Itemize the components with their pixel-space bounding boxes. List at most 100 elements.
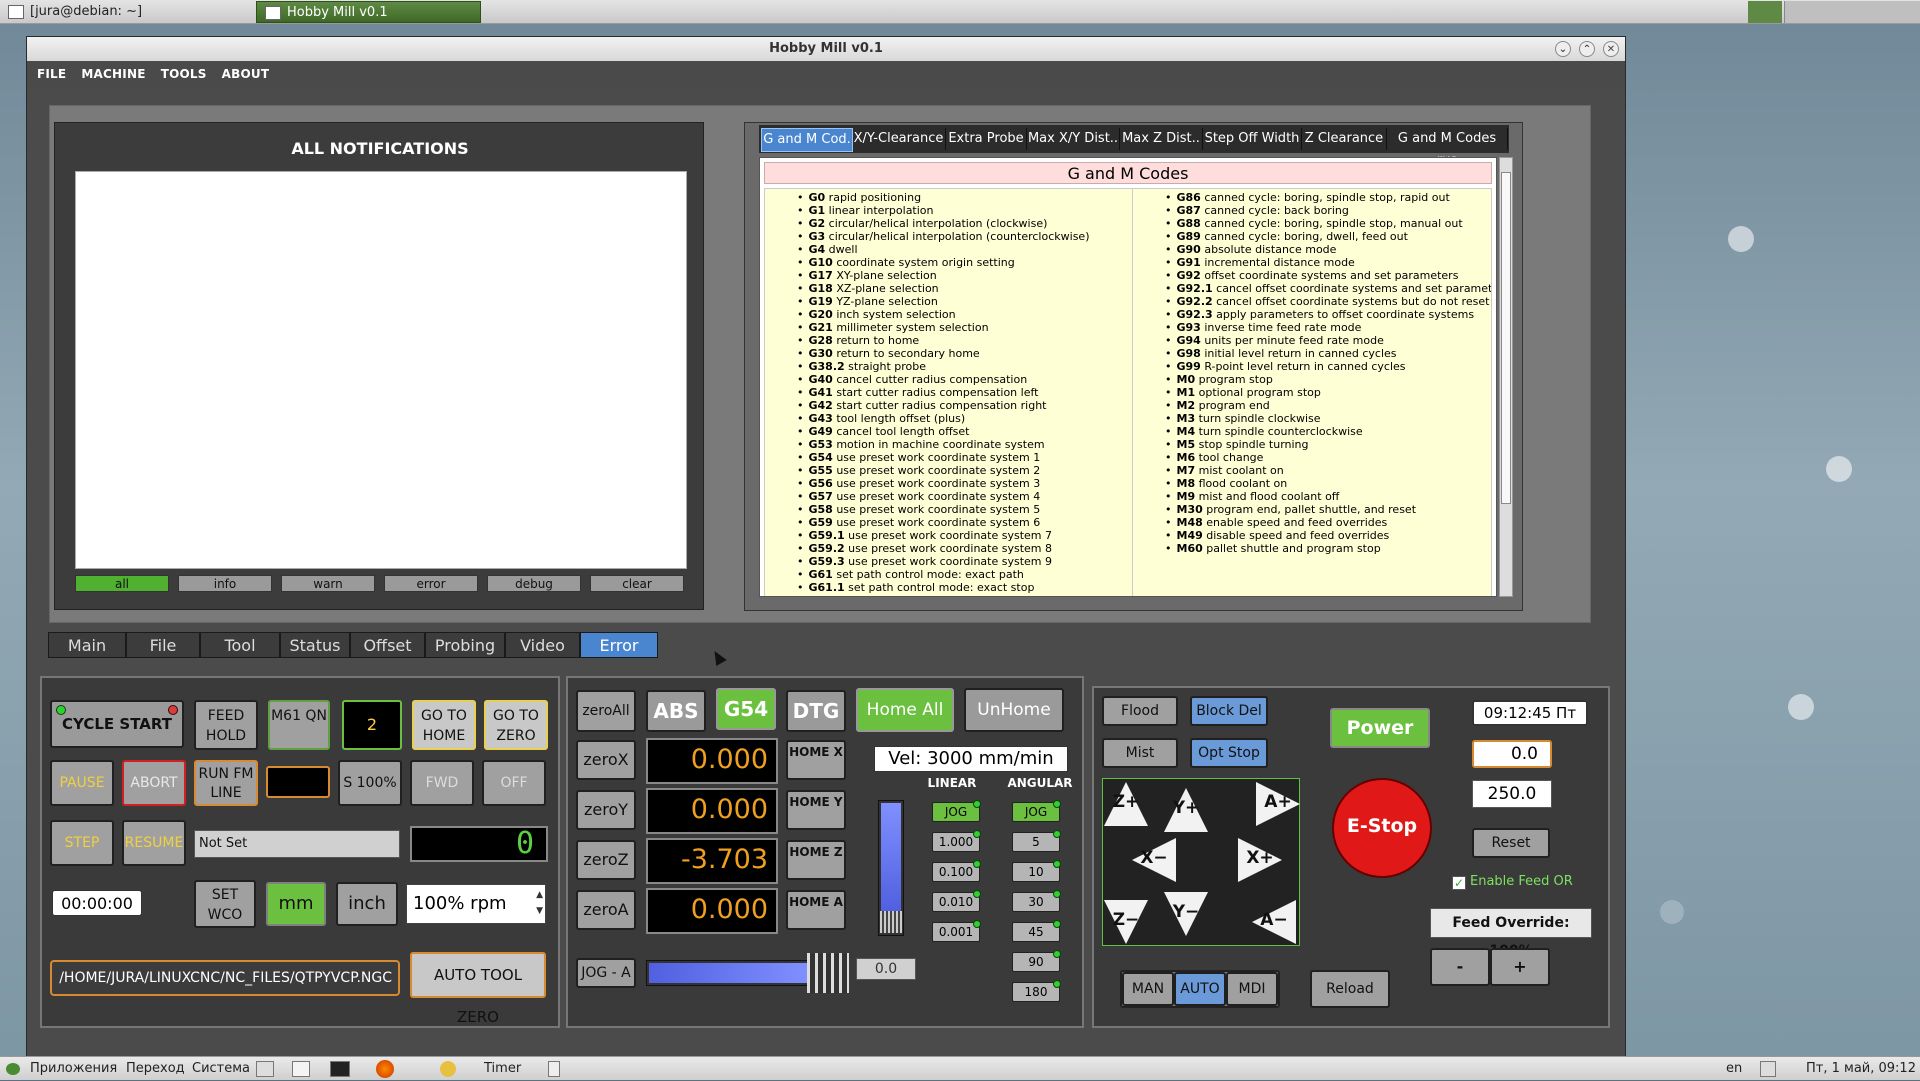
dtg-button[interactable]: DTG <box>786 690 846 732</box>
filter-error-button[interactable]: error <box>384 575 478 592</box>
tab-offset[interactable]: Offset <box>350 632 425 658</box>
gcode-document[interactable]: G and M Codes G0 rapid positioningG1 lin… <box>759 157 1497 597</box>
scrollbar-thumb[interactable] <box>1501 172 1511 504</box>
pause-button[interactable]: PAUSE <box>50 760 114 806</box>
zero-all-button[interactable]: zeroAll <box>576 690 636 732</box>
jog-z-minus-button[interactable]: Z− <box>1104 900 1152 944</box>
angular-step-10[interactable]: 10 <box>1012 860 1061 882</box>
close-icon[interactable]: ✕ <box>1603 41 1619 57</box>
zero-a-button[interactable]: zeroA <box>576 890 636 930</box>
linear-step-0_100[interactable]: 0.100 <box>932 860 981 882</box>
zero-x-button[interactable]: zeroX <box>576 740 636 780</box>
angular-step-30[interactable]: 30 <box>1012 890 1061 912</box>
slider-handle[interactable] <box>807 953 849 993</box>
units-mm-button[interactable]: mm <box>266 882 326 926</box>
tab-step-off-width[interactable]: Step Off Width <box>1203 128 1302 150</box>
jog-x-plus-button[interactable]: X+ <box>1238 838 1286 882</box>
jog-x-minus-button[interactable]: X− <box>1132 838 1180 882</box>
m61-button[interactable]: M61 QN <box>268 700 330 750</box>
menu-about[interactable]: ABOUT <box>222 61 270 87</box>
tab-file[interactable]: File <box>126 632 200 658</box>
menu-file[interactable]: FILE <box>37 61 66 87</box>
home-x-button[interactable]: HOME X <box>786 740 846 780</box>
home-a-button[interactable]: HOME A <box>786 890 846 930</box>
tab-status[interactable]: Status <box>280 632 350 658</box>
flood-button[interactable]: Flood <box>1102 696 1178 726</box>
jog-y-plus-button[interactable]: Y+ <box>1164 788 1212 832</box>
clear-button[interactable]: clear <box>590 575 684 592</box>
menu-machine[interactable]: MACHINE <box>81 61 145 87</box>
abort-button[interactable]: ABORT <box>122 760 186 806</box>
places-menu[interactable]: Переход <box>126 1057 185 1081</box>
spin-arrows-icon[interactable]: ▲ ▼ <box>536 887 543 919</box>
mist-button[interactable]: Mist <box>1102 738 1178 768</box>
auto-tool-zero-button[interactable]: AUTO TOOL ZERO <box>410 952 546 1026</box>
terminal-icon[interactable] <box>330 1061 350 1077</box>
tab-z-clearance[interactable]: Z Clearance <box>1302 128 1387 150</box>
e-stop-button[interactable]: E-Stop <box>1332 778 1432 878</box>
mode-manual-button[interactable]: MAN <box>1122 972 1174 1006</box>
filter-info-button[interactable]: info <box>178 575 272 592</box>
resume-button[interactable]: RESUME <box>122 820 186 866</box>
zero-z-button[interactable]: zeroZ <box>576 840 636 880</box>
home-z-button[interactable]: HOME Z <box>786 840 846 880</box>
feed-hold-button[interactable]: FEED HOLD <box>194 700 258 750</box>
reload-button[interactable]: Reload <box>1310 970 1390 1008</box>
spindle-off-button[interactable]: OFF <box>482 760 546 806</box>
linear-step-1_000[interactable]: 1.000 <box>932 830 981 852</box>
apps-menu-icon[interactable] <box>6 1063 20 1075</box>
tab-main[interactable]: Main <box>48 632 126 658</box>
feed-increase-button[interactable]: + <box>1490 948 1550 986</box>
system-menu[interactable]: Система <box>192 1057 250 1081</box>
optional-stop-button[interactable]: Opt Stop <box>1190 738 1268 768</box>
zero-y-button[interactable]: zeroY <box>576 790 636 830</box>
run-from-line-button[interactable]: RUN FM LINE <box>194 760 258 806</box>
home-all-button[interactable]: Home All <box>856 688 954 732</box>
tab-error[interactable]: Error <box>580 632 658 658</box>
minimize-icon[interactable]: ⌄ <box>1555 41 1571 57</box>
spindle-fwd-button[interactable]: FWD <box>410 760 474 806</box>
jog-rate-slider[interactable] <box>646 953 849 993</box>
jog-a-minus-button[interactable]: A− <box>1252 900 1300 944</box>
workspace-pager[interactable] <box>1784 1 1920 23</box>
linear-step-0_010[interactable]: 0.010 <box>932 890 981 912</box>
jog-axis-button[interactable]: JOG - A <box>576 958 636 988</box>
jog-z-plus-button[interactable]: Z+ <box>1104 782 1152 826</box>
tab-extra-probe[interactable]: Extra Probe <box>946 128 1027 150</box>
go-to-home-button[interactable]: GO TO HOME <box>412 700 476 750</box>
enable-feed-checkbox[interactable]: ✓ <box>1452 876 1466 890</box>
timer-applet[interactable]: Timer <box>484 1057 521 1081</box>
network-icon[interactable] <box>1760 1061 1776 1077</box>
angular-step-5[interactable]: 5 <box>1012 830 1061 852</box>
unhome-button[interactable]: UnHome <box>964 688 1064 732</box>
mode-mdi-button[interactable]: MDI <box>1226 972 1278 1006</box>
tab-xy-clearance[interactable]: X/Y-Clearance <box>852 128 946 150</box>
gcode-scrollbar[interactable] <box>1499 157 1513 597</box>
keyboard-layout[interactable]: en <box>1726 1057 1742 1081</box>
reset-button[interactable]: Reset <box>1472 828 1550 858</box>
tab-g-m-codes-rus[interactable]: G and M Codes rus <box>1387 128 1508 168</box>
maximize-icon[interactable]: ⌃ <box>1579 41 1595 57</box>
notifications-list[interactable] <box>75 171 687 569</box>
home-y-button[interactable]: HOME Y <box>786 790 846 830</box>
step-button[interactable]: STEP <box>50 820 114 866</box>
slider-handle[interactable] <box>880 911 902 933</box>
hobby-mill-task[interactable]: Hobby Mill v0.1 <box>256 1 481 23</box>
show-desktop-icon[interactable] <box>548 1061 560 1077</box>
angular-step-45[interactable]: 45 <box>1012 920 1061 942</box>
jog-a-plus-button[interactable]: A+ <box>1256 782 1304 826</box>
angular-step-180[interactable]: 180 <box>1012 980 1061 1002</box>
firefox-icon[interactable] <box>376 1060 394 1078</box>
filter-all-button[interactable]: all <box>75 575 169 592</box>
tab-g-m-codes[interactable]: G and M Cod. <box>761 128 853 152</box>
abs-button[interactable]: ABS <box>646 690 706 732</box>
block-delete-button[interactable]: Block Del <box>1190 696 1268 726</box>
tab-max-z-dist[interactable]: Max Z Dist.. <box>1120 128 1203 150</box>
g54-button[interactable]: G54 <box>716 688 776 730</box>
cycle-start-button[interactable]: CYCLE START <box>50 700 184 748</box>
rpm-spinbox[interactable]: 100% rpm ▲ ▼ <box>406 884 546 924</box>
jog-speed-slider[interactable] <box>878 800 904 936</box>
tab-tool[interactable]: Tool <box>200 632 280 658</box>
run-line-input[interactable] <box>266 766 330 798</box>
linear-step-0_001[interactable]: 0.001 <box>932 920 981 942</box>
